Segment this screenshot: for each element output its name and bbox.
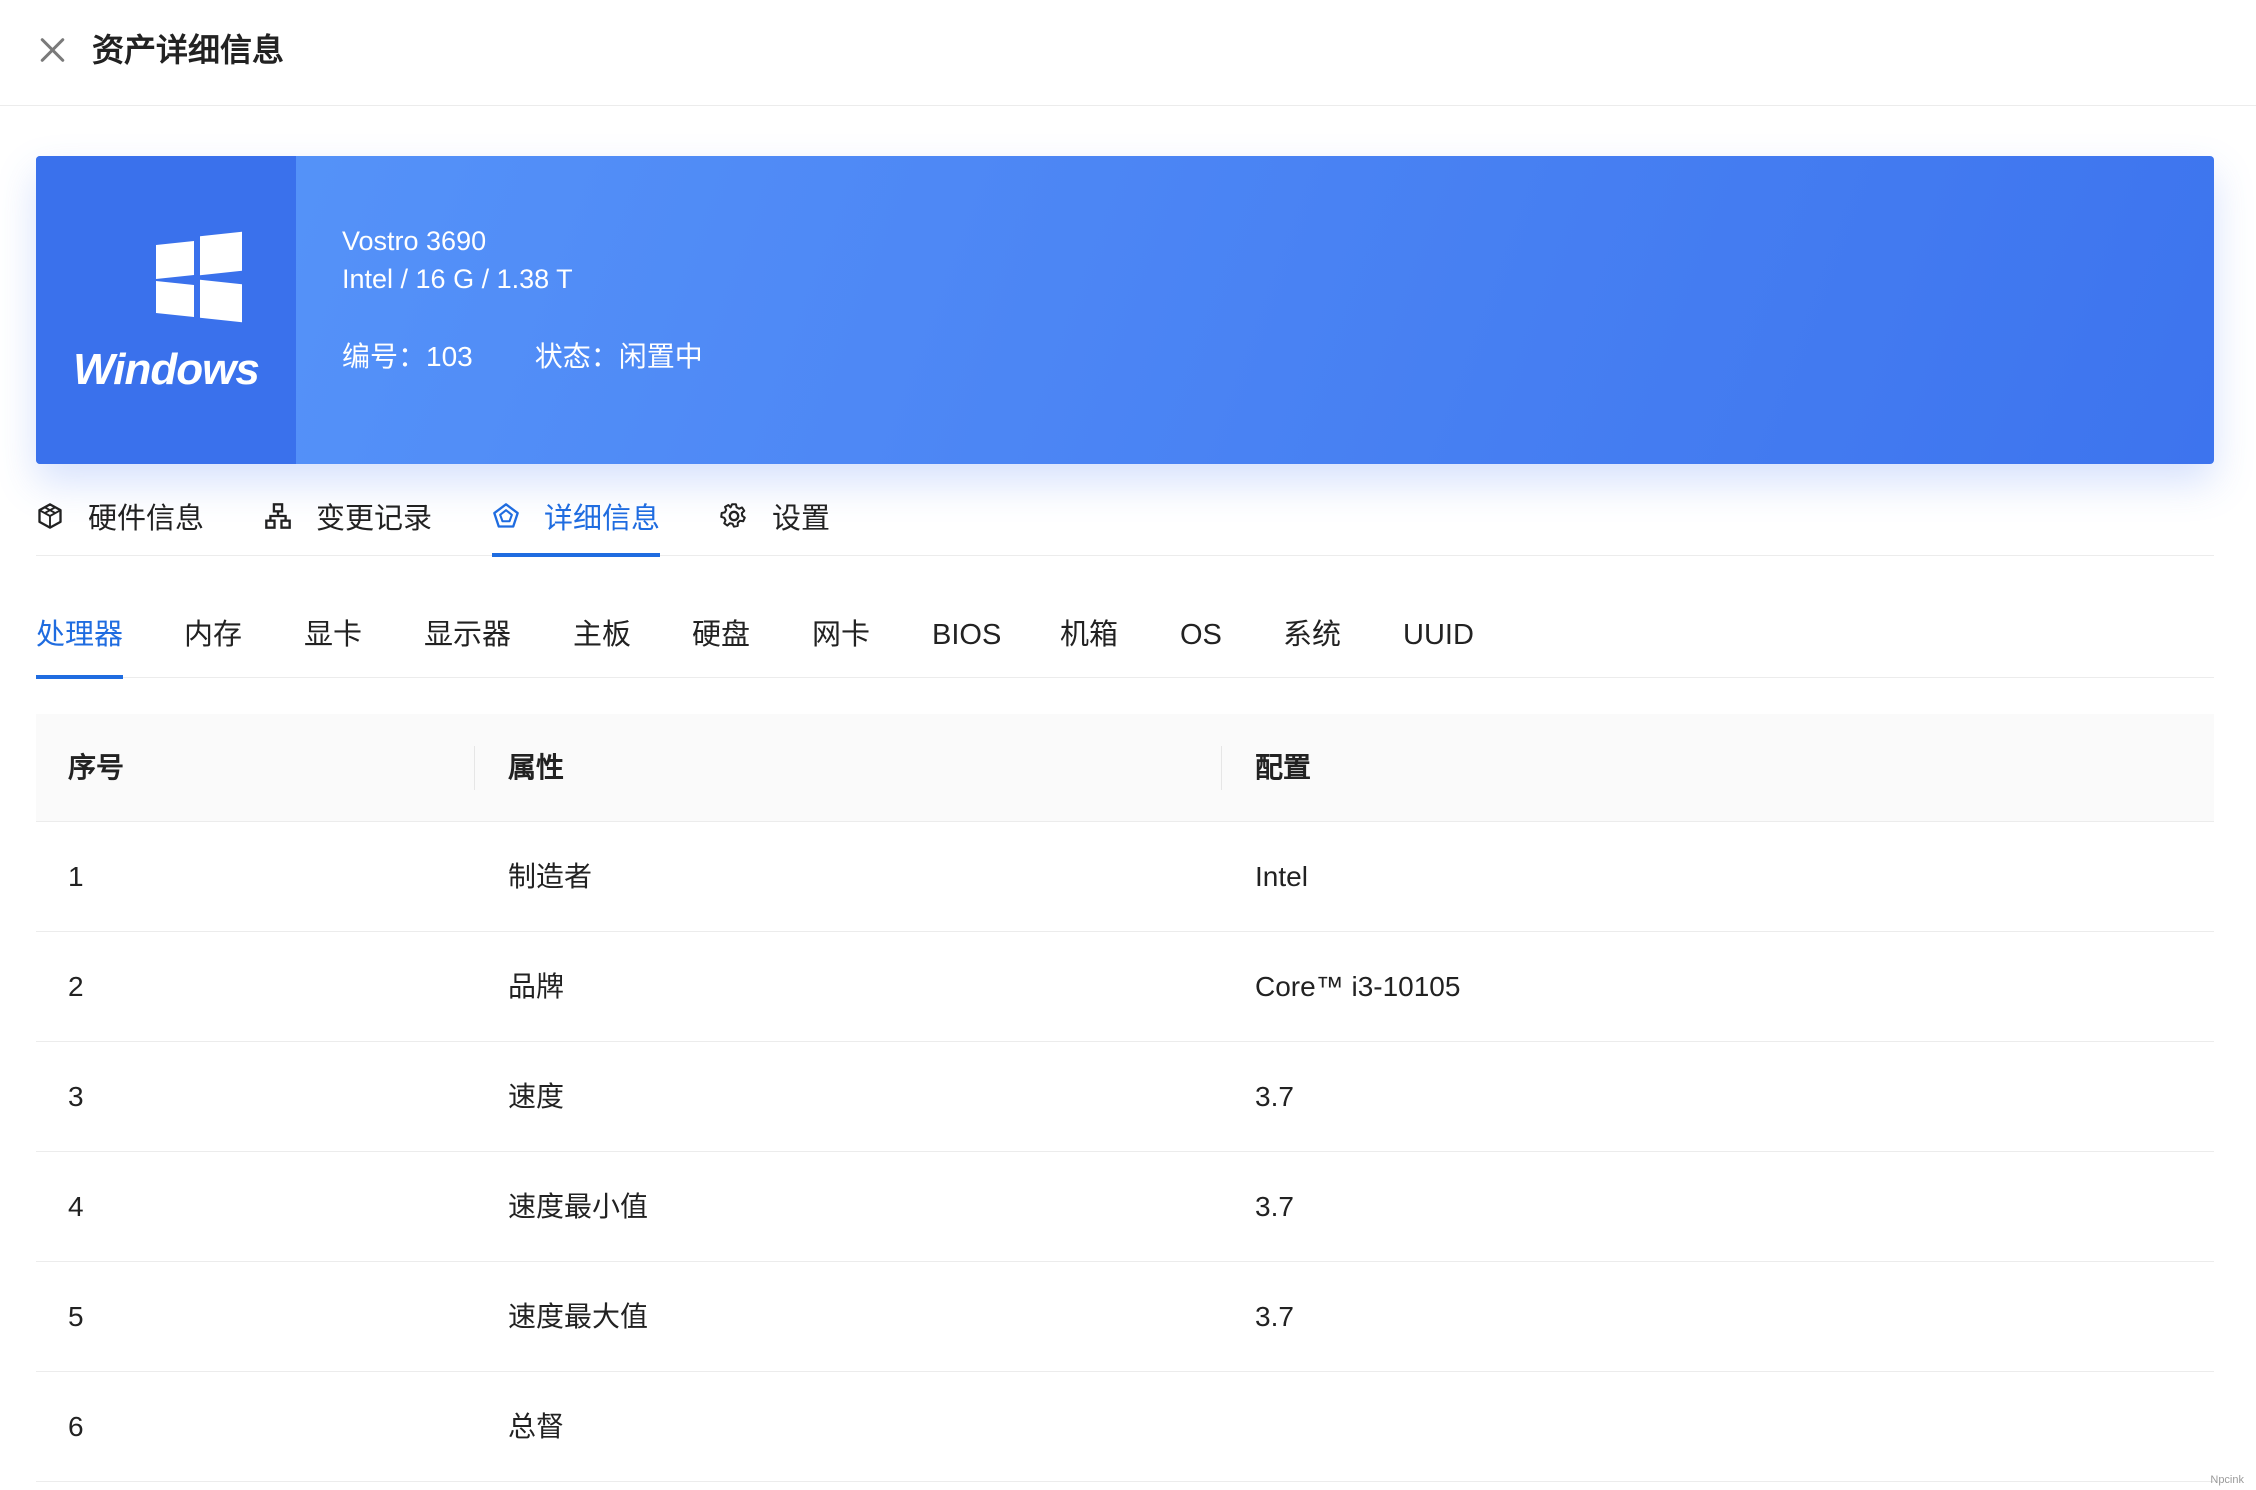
cube-icon [38, 503, 62, 529]
subtab-motherboard[interactable]: 主板 [573, 598, 631, 678]
watermark: Npcink [2210, 1474, 2244, 1486]
tab-hardware-info[interactable]: 硬件信息 [36, 476, 204, 556]
table-row: 2 品牌 Core™ i3-10105 [36, 932, 2214, 1042]
os-badge: Windows [36, 156, 296, 464]
tab-label: 硬件信息 [88, 503, 205, 535]
page-title: 资产详细信息 [92, 32, 285, 68]
row-attribute: 速度最大值 [508, 1301, 649, 1332]
row-index: 3 [68, 1081, 84, 1112]
row-attribute: 速度最小值 [508, 1191, 649, 1222]
column-divider [474, 746, 475, 790]
row-attribute: 总督 [508, 1411, 565, 1442]
asset-number: 编号：103 [342, 338, 473, 376]
subtab-disk[interactable]: 硬盘 [692, 598, 750, 678]
asset-number-value: 103 [426, 341, 473, 372]
row-index: 4 [68, 1191, 84, 1222]
row-index: 1 [68, 861, 84, 892]
row-attribute: 制造者 [508, 861, 593, 892]
subtab-os[interactable]: OS [1180, 598, 1222, 678]
table-row: 1 制造者 Intel [36, 822, 2214, 932]
close-icon[interactable] [32, 30, 72, 70]
asset-banner: Windows Vostro 3690 Intel / 16 G / 1.38 … [36, 156, 2214, 464]
row-index: 6 [68, 1411, 84, 1442]
table-row: 6 总督 [36, 1372, 2214, 1482]
drawer-header: 资产详细信息 [0, 0, 2256, 106]
row-config: 3.7 [1255, 1081, 1294, 1112]
main-tabs: 硬件信息 变更记录 详细信息 设置 [36, 476, 2214, 557]
tab-settings[interactable]: 设置 [720, 476, 830, 556]
row-attribute: 品牌 [508, 971, 565, 1002]
table-row: 4 速度最小值 3.7 [36, 1152, 2214, 1262]
processor-table: 序号 属性 配置 1 制造者 Intel 2 品牌 Core™ i3-10105… [36, 714, 2214, 1482]
asset-status-value: 闲置中 [618, 341, 703, 372]
column-header-attribute: 属性 [508, 752, 565, 783]
asset-detail-page: 资产详细信息 Windows Vostro 3690 Intel / 16 G … [0, 0, 2256, 1490]
subtab-monitor[interactable]: 显示器 [424, 598, 511, 678]
windows-logo-icon [156, 231, 242, 323]
subtab-memory[interactable]: 内存 [184, 598, 242, 678]
row-index: 5 [68, 1301, 84, 1332]
asset-model: Vostro 3690 [342, 226, 487, 256]
tab-label: 详细信息 [544, 503, 661, 535]
asset-meta: 编号：103 状态：闲置中 [342, 338, 765, 376]
asset-status: 状态：闲置中 [535, 338, 703, 376]
tab-change-log[interactable]: 变更记录 [264, 476, 432, 556]
subtab-network[interactable]: 网卡 [812, 598, 870, 678]
column-divider [1221, 746, 1222, 790]
row-attribute: 速度 [508, 1081, 565, 1112]
gear-icon [720, 503, 746, 528]
row-index: 2 [68, 971, 84, 1002]
subtab-uuid[interactable]: UUID [1403, 598, 1474, 678]
pentagon-icon [493, 503, 519, 528]
subtab-processor[interactable]: 处理器 [36, 598, 124, 679]
sub-tabs: 处理器 内存 显卡 显示器 主板 硬盘 网卡 BIOS 机箱 OS 系统 UUI… [36, 598, 2214, 679]
subtab-system[interactable]: 系统 [1283, 598, 1341, 678]
table-header: 序号 属性 配置 [36, 714, 2214, 822]
subtab-graphics[interactable]: 显卡 [304, 598, 362, 678]
subtab-bios[interactable]: BIOS [932, 598, 1001, 678]
subtab-chassis[interactable]: 机箱 [1060, 598, 1118, 678]
table-row: 5 速度最大值 3.7 [36, 1262, 2214, 1372]
row-config: Core™ i3-10105 [1255, 971, 1461, 1002]
asset-status-label: 状态： [534, 341, 619, 372]
asset-spec: Intel / 16 G / 1.38 T [342, 264, 573, 294]
tab-details[interactable]: 详细信息 [492, 476, 661, 557]
asset-number-label: 编号： [342, 341, 427, 372]
tab-label: 变更记录 [316, 503, 433, 535]
row-config: 3.7 [1255, 1191, 1294, 1222]
os-name: Windows [73, 345, 260, 394]
hierarchy-icon [265, 503, 291, 529]
tab-label: 设置 [772, 503, 831, 535]
row-config: 3.7 [1255, 1301, 1294, 1332]
column-header-config: 配置 [1255, 752, 1312, 783]
column-header-index: 序号 [68, 752, 125, 783]
row-config: Intel [1255, 861, 1308, 892]
table-row: 3 速度 3.7 [36, 1042, 2214, 1152]
